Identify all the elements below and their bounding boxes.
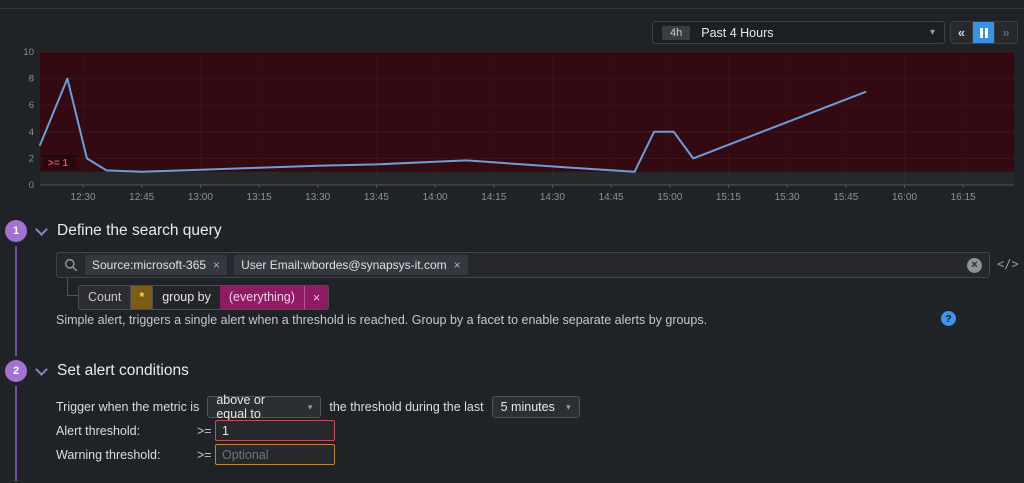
- remove-filter-icon[interactable]: ×: [454, 258, 461, 272]
- query-connector-line: [67, 278, 78, 296]
- help-icon[interactable]: ?: [941, 311, 956, 326]
- remove-filter-icon[interactable]: ×: [213, 258, 220, 272]
- alert-evaluation-chart: 0 2 4 6 8 10 12:30 12:45 13:00 13:15 13:30 13:45 14:…: [0, 45, 1024, 207]
- step-connector-line: [15, 386, 17, 481]
- x-tick-label: 13:00: [188, 192, 213, 203]
- chevron-down-icon[interactable]: [35, 363, 48, 376]
- below-threshold-region: [40, 172, 1014, 185]
- step-1-indicator: 1: [5, 220, 27, 242]
- rewind-icon: «: [958, 25, 965, 40]
- skip-back-button[interactable]: «: [951, 22, 973, 43]
- filter-chip[interactable]: Source:microsoft-365 ×: [85, 255, 227, 275]
- caret-down-icon: ▾: [930, 27, 935, 38]
- x-tick-label: 13:15: [247, 192, 272, 203]
- query-builder-row: Count * group by (everything) ×: [78, 285, 329, 310]
- count-star-badge[interactable]: *: [131, 286, 153, 309]
- x-tick-label: 12:45: [129, 192, 154, 203]
- search-filter-chips: Source:microsoft-365×User Email:wbordes@…: [85, 255, 468, 275]
- alert-threshold-input[interactable]: [215, 420, 335, 441]
- section-title-search-query: Define the search query: [57, 222, 222, 240]
- alert-threshold-label: Alert threshold:: [56, 424, 197, 438]
- evaluation-window-dropdown[interactable]: 5 minutes ▾: [492, 396, 580, 418]
- evaluation-window-value: 5 minutes: [501, 400, 555, 414]
- caret-down-icon: ▾: [298, 402, 313, 413]
- skip-forward-button[interactable]: »: [995, 22, 1017, 43]
- time-range-badge: 4h: [662, 26, 690, 40]
- alert-threshold-row: Alert threshold: >=: [56, 420, 335, 441]
- section-title-alert-conditions: Set alert conditions: [57, 362, 189, 380]
- group-by-value-chip[interactable]: (everything) ×: [220, 286, 328, 309]
- search-query-input[interactable]: Source:microsoft-365×User Email:wbordes@…: [56, 252, 990, 278]
- x-tick-label: 15:00: [657, 192, 682, 203]
- remove-group-by-icon[interactable]: ×: [304, 286, 328, 309]
- y-tick-label: 4: [29, 127, 34, 138]
- comparison-dropdown[interactable]: above or equal to ▾: [207, 396, 321, 418]
- pause-icon: [980, 28, 988, 38]
- time-range-label: Past 4 Hours: [701, 26, 930, 40]
- y-tick-label: 0: [29, 180, 34, 191]
- trigger-condition-row: Trigger when the metric is above or equa…: [56, 396, 580, 418]
- alert-grouping-help-text: Simple alert, triggers a single alert wh…: [56, 313, 707, 327]
- x-tick-label: 14:15: [481, 192, 506, 203]
- x-tick-label: 14:30: [540, 192, 565, 203]
- playback-controls: « »: [950, 21, 1018, 44]
- step-1-number: 1: [13, 225, 19, 237]
- step-2-indicator: 2: [5, 360, 27, 382]
- x-tick-label: 15:30: [775, 192, 800, 203]
- warning-threshold-label: Warning threshold:: [56, 448, 197, 462]
- alert-region: [40, 52, 1014, 172]
- x-tick-label: 14:45: [599, 192, 624, 203]
- filter-chip-label: Source:microsoft-365: [92, 258, 206, 272]
- y-tick-label: 8: [29, 74, 34, 85]
- fast-forward-icon: »: [1002, 25, 1009, 40]
- step-2-number: 2: [13, 365, 19, 377]
- pause-button[interactable]: [973, 22, 995, 43]
- group-by-label: group by: [153, 286, 220, 309]
- search-icon: [64, 258, 78, 272]
- warning-threshold-input[interactable]: [215, 444, 335, 465]
- code-view-toggle[interactable]: </>: [997, 257, 1019, 271]
- x-tick-label: 12:30: [70, 192, 95, 203]
- trigger-prefix-label: Trigger when the metric is: [56, 400, 199, 414]
- alert-threshold-operator: >=: [197, 424, 215, 438]
- y-tick-label: 6: [29, 100, 34, 111]
- clear-search-button[interactable]: ×: [967, 258, 982, 273]
- x-tick-label: 16:00: [892, 192, 917, 203]
- group-by-value-label: (everything): [220, 286, 304, 309]
- x-tick-label: 15:45: [833, 192, 858, 203]
- filter-chip[interactable]: User Email:wbordes@synapsys-it.com ×: [234, 255, 468, 275]
- caret-down-icon: ▾: [556, 402, 571, 413]
- y-tick-label: 10: [23, 47, 34, 58]
- x-tick-label: 15:15: [716, 192, 741, 203]
- trigger-middle-label: the threshold during the last: [329, 400, 483, 414]
- warning-threshold-operator: >=: [197, 448, 215, 462]
- comparison-value: above or equal to: [216, 393, 297, 421]
- monitor-editor-page: 4h Past 4 Hours ▾ « » 0 2 4 6 8 10 12:30 12:45 1…: [0, 0, 1024, 483]
- warning-threshold-row: Warning threshold: >=: [56, 444, 335, 465]
- threshold-marker-label: >= 1: [48, 158, 68, 169]
- x-tick-label: 13:45: [364, 192, 389, 203]
- chevron-down-icon[interactable]: [35, 223, 48, 236]
- top-divider: [0, 8, 1024, 9]
- step-connector-line: [15, 246, 17, 356]
- x-tick-label: 16:15: [951, 192, 976, 203]
- filter-chip-label: User Email:wbordes@synapsys-it.com: [241, 258, 447, 272]
- count-metric-button[interactable]: Count: [79, 286, 131, 309]
- time-range-select[interactable]: 4h Past 4 Hours ▾: [652, 21, 945, 44]
- y-tick-label: 2: [29, 153, 34, 164]
- x-tick-label: 13:30: [305, 192, 330, 203]
- x-tick-label: 14:00: [423, 192, 448, 203]
